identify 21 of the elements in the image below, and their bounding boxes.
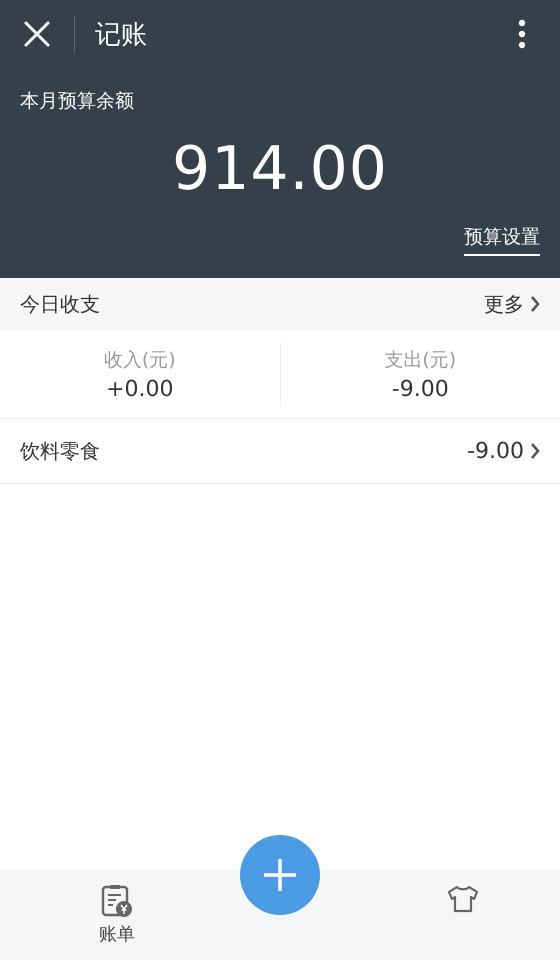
window-title: 记账 [95, 18, 148, 52]
plus-icon [262, 857, 298, 893]
chevron-icon [530, 295, 540, 313]
more-icon[interactable] [518, 19, 526, 49]
entry-row[interactable]: 饮料零食 -9.00 [0, 419, 560, 484]
close-icon[interactable] [24, 21, 50, 47]
shirt-icon[interactable] [446, 884, 480, 914]
entry-amount: -9.00 [467, 438, 524, 464]
bill-icon[interactable] [101, 884, 133, 918]
stat-label: 收入(元) [104, 348, 176, 372]
budget-amount: 914.00 [171, 134, 389, 204]
section-title: 今日收支 [20, 290, 100, 318]
chevron-icon [530, 442, 540, 460]
stat-value: +0.00 [106, 376, 174, 402]
budget-settings-link[interactable]: 预算设置 [464, 224, 540, 256]
tab-label[interactable]: 账单 [99, 922, 135, 946]
entry-category: 饮料零食 [20, 438, 100, 464]
stat-label: 支出(元) [384, 348, 456, 372]
stat-value: -9.00 [392, 376, 449, 402]
more-link[interactable]: 更多 [484, 290, 540, 318]
budget-label: 本月预算余额 [19, 89, 135, 114]
